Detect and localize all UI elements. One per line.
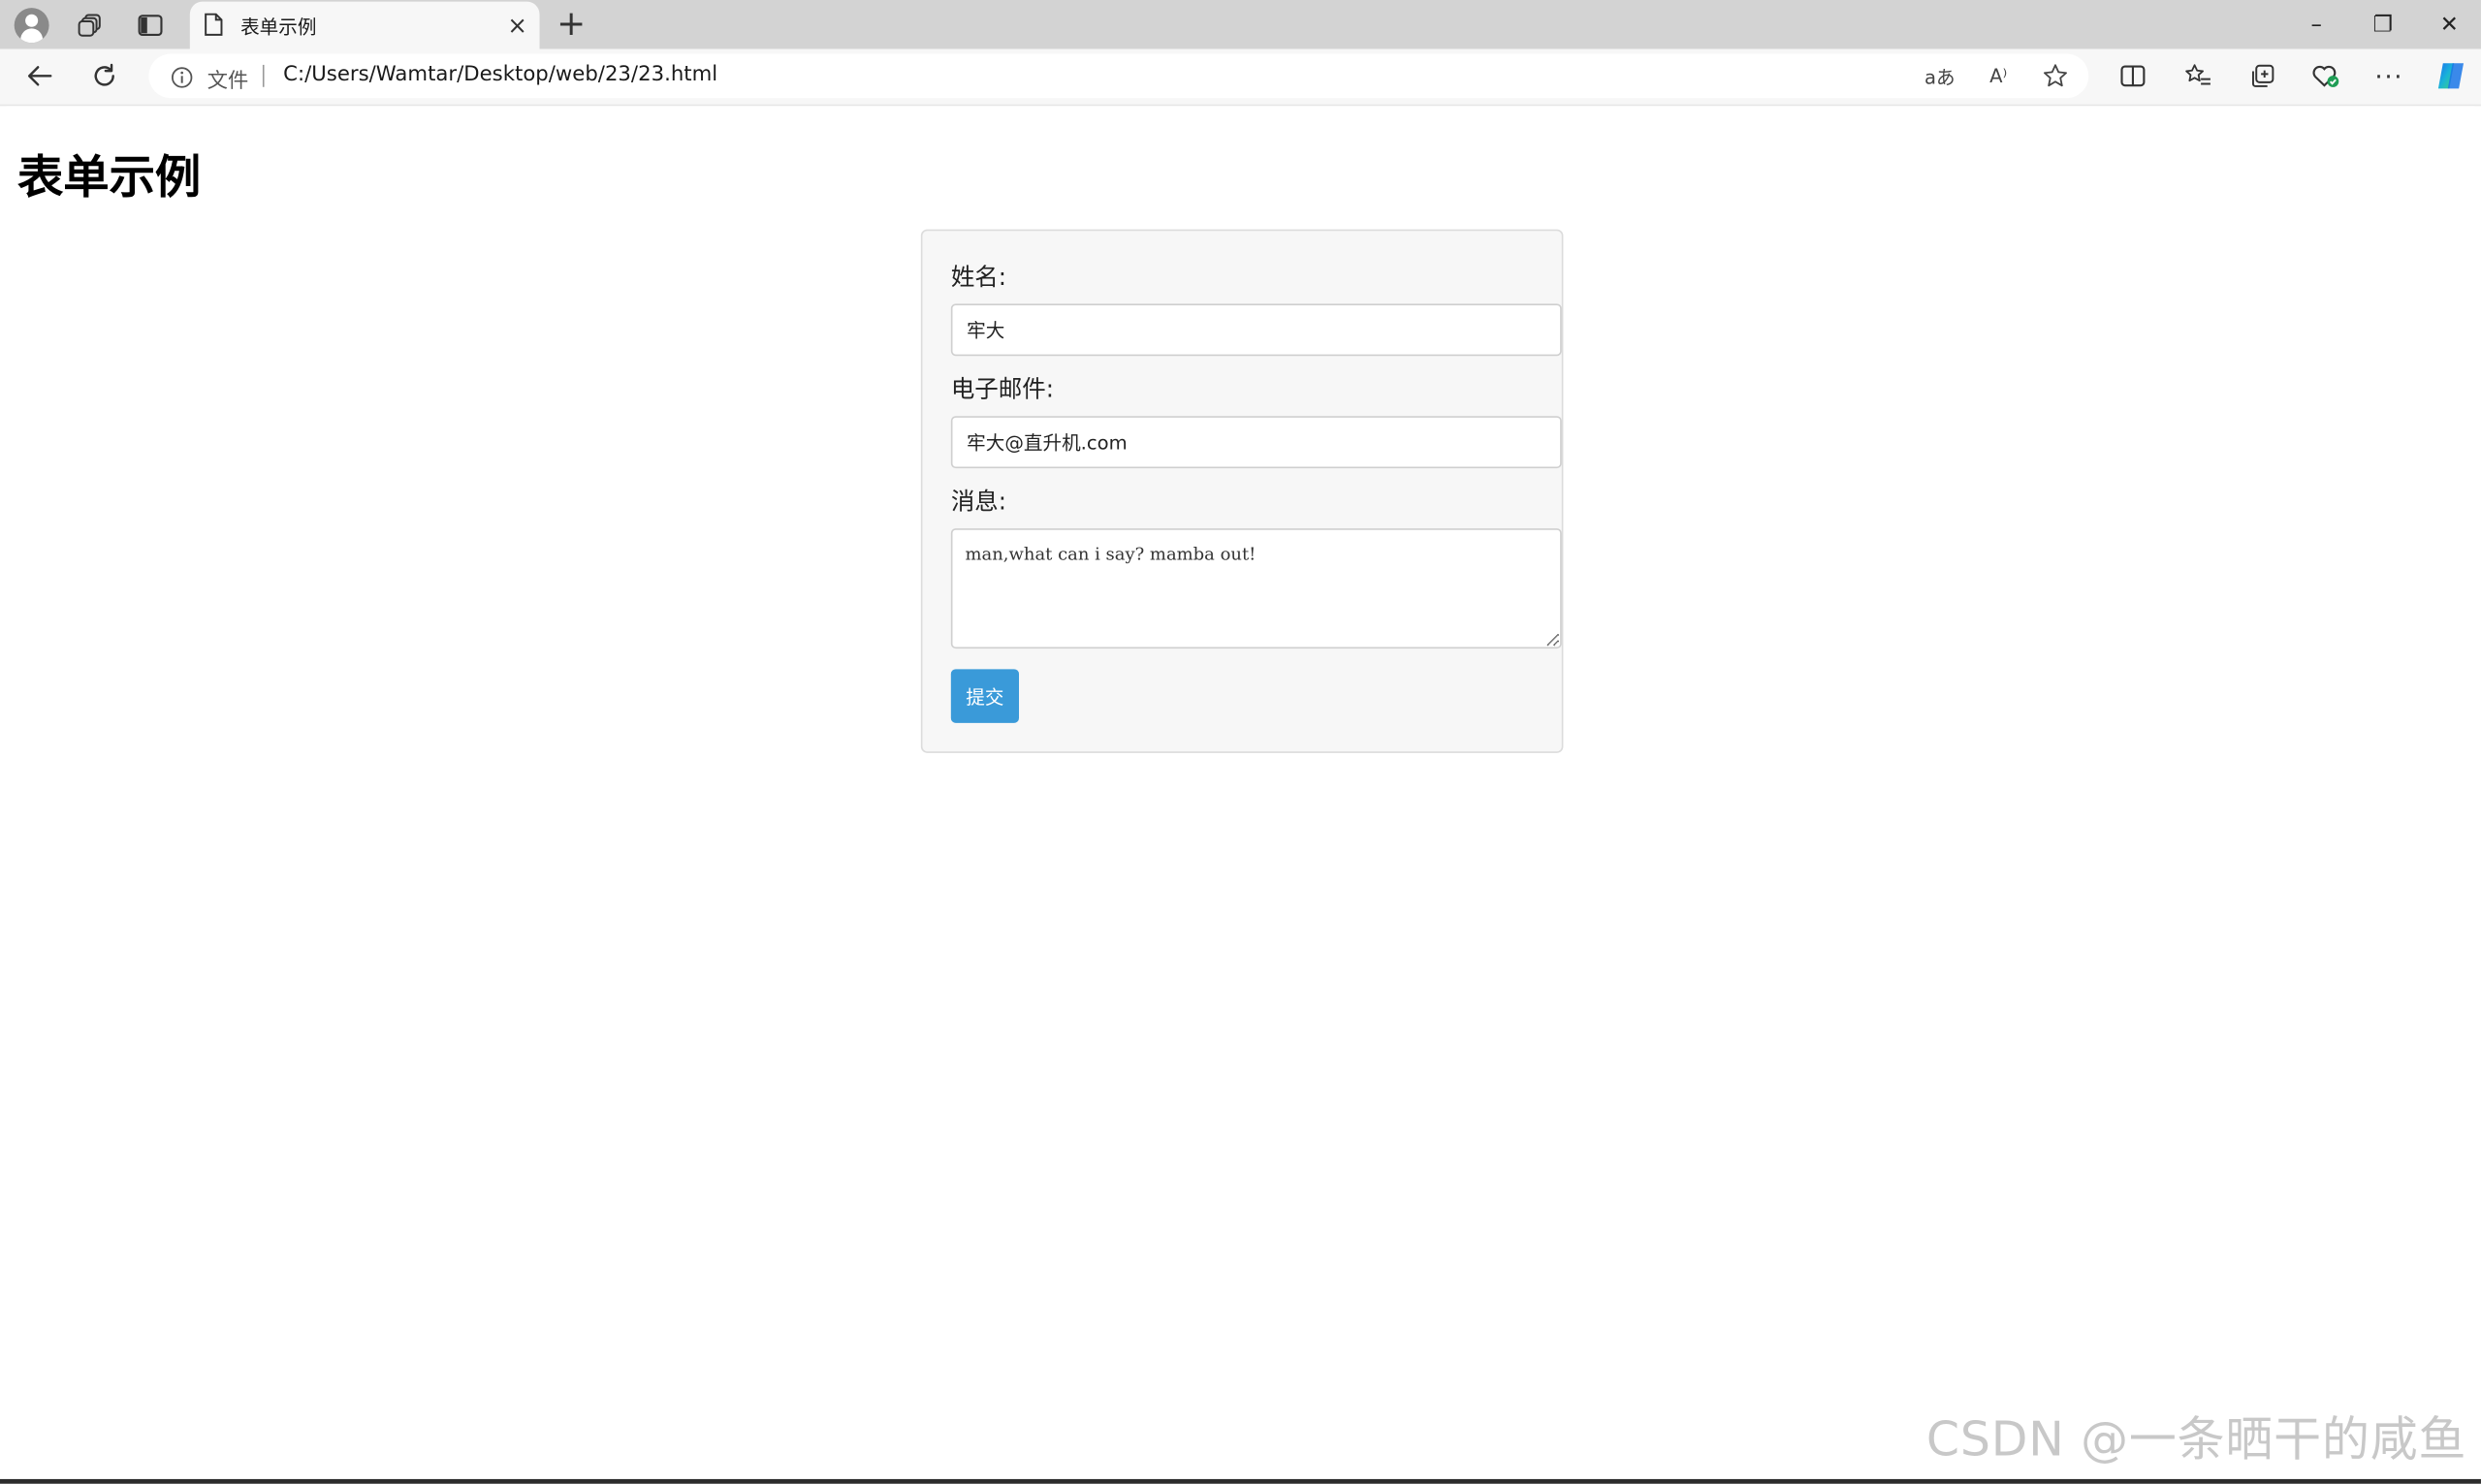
message-label: 消息: (950, 487, 1007, 517)
name-input[interactable] (950, 303, 1562, 357)
page-title: 表单示例 (16, 150, 202, 205)
browser-essentials-icon[interactable] (2304, 55, 2348, 96)
page-viewport: 表单示例 姓名: 电子邮件: 消息: man,what can i say? m… (6, 106, 2475, 1479)
tab-title: 表单示例 (240, 15, 317, 38)
file-scheme-label: 文件 (207, 69, 249, 94)
submit-button[interactable]: 提交 (950, 669, 1020, 723)
restore-button[interactable]: ❐ (2348, 0, 2418, 49)
message-textarea[interactable]: man,what can i say? mamba out! (950, 528, 1562, 649)
workspaces-icon[interactable] (67, 5, 114, 45)
favorite-star-icon[interactable] (2040, 62, 2072, 90)
minimize-button[interactable]: – (2281, 0, 2351, 49)
active-tab[interactable]: 表单示例 × (189, 1, 540, 49)
collections-icon[interactable] (2241, 55, 2285, 96)
url-text[interactable]: C:/Users/Wamtar/Desktop/web/23/23.html (283, 63, 717, 86)
copilot-icon[interactable] (2429, 55, 2473, 96)
page-icon (205, 13, 227, 38)
address-bar[interactable]: 文件 C:/Users/Wamtar/Desktop/web/23/23.htm… (148, 53, 2089, 99)
close-window-button[interactable]: ✕ (2414, 0, 2481, 49)
new-tab-button[interactable]: + (551, 5, 591, 45)
vertical-tabs-icon[interactable] (127, 5, 175, 45)
refresh-icon[interactable] (82, 55, 127, 96)
email-label: 电子邮件: (950, 374, 1055, 404)
profile-avatar-icon[interactable] (8, 5, 55, 45)
contact-form: 姓名: 电子邮件: 消息: man,what can i say? mamba … (920, 229, 1564, 753)
favorites-list-icon[interactable] (2176, 55, 2220, 96)
split-screen-icon[interactable] (2111, 55, 2155, 96)
browser-toolbar: 文件 C:/Users/Wamtar/Desktop/web/23/23.htm… (0, 48, 2481, 107)
site-info-icon[interactable] (171, 65, 193, 88)
csdn-watermark: CSDN @一条晒干的咸鱼 (1925, 1412, 2467, 1468)
browser-tab-strip: 表单示例 × + – ❐ ✕ (0, 0, 2481, 49)
window-bottom-edge (0, 1478, 2481, 1484)
translate-icon[interactable]: aあ (1924, 62, 1956, 90)
back-arrow-icon[interactable] (17, 55, 62, 96)
name-label: 姓名: (950, 262, 1007, 292)
read-aloud-icon[interactable]: A⁾ (1983, 62, 2015, 90)
email-input[interactable] (950, 416, 1562, 469)
address-separator (262, 64, 265, 87)
tab-close-icon[interactable]: × (500, 11, 535, 39)
more-menu-icon[interactable]: ··· (2367, 55, 2411, 96)
